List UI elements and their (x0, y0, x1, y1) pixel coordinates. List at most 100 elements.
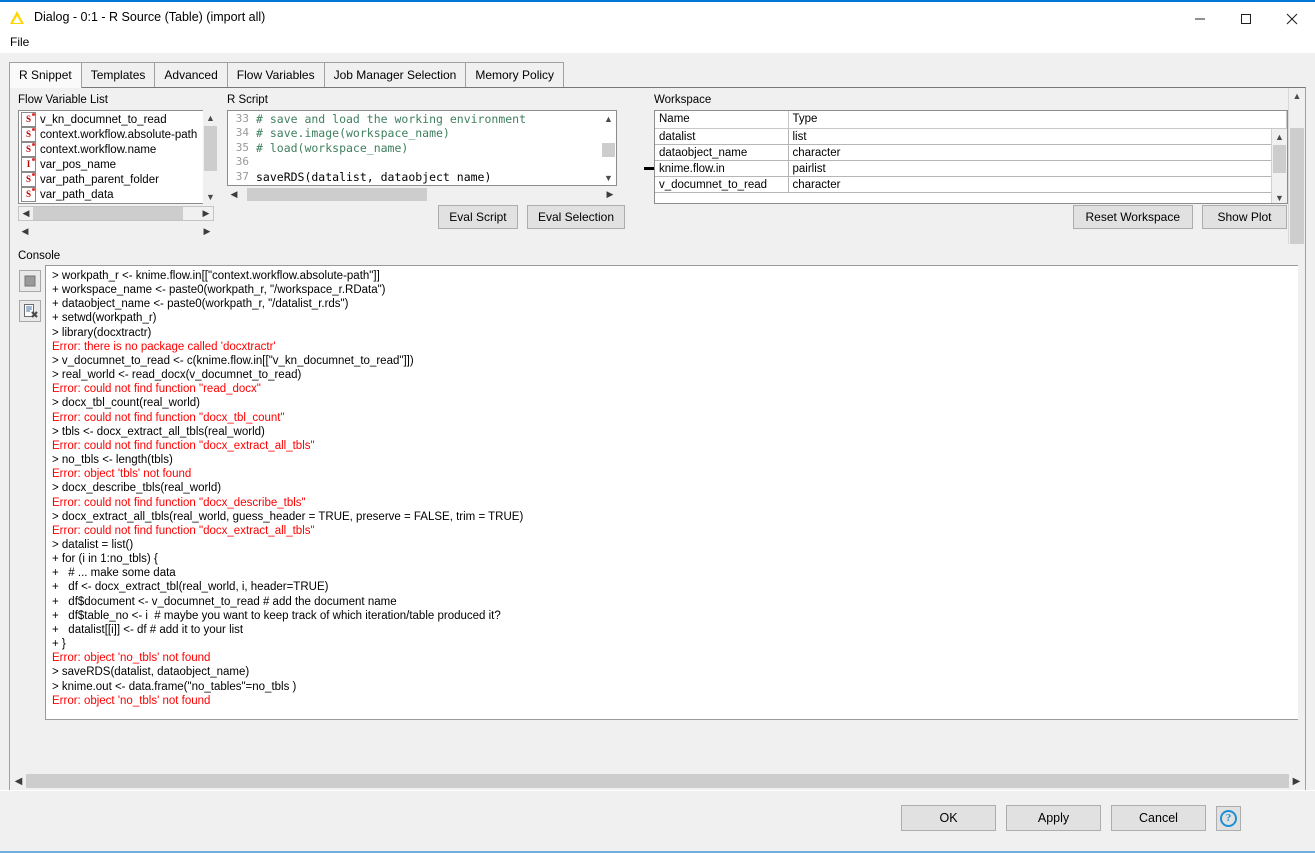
list-item[interactable]: I var_pos_name (19, 157, 198, 172)
scroll-left-arrow[interactable]: ◀ (19, 207, 33, 220)
table-row[interactable]: knime.flow.in pairlist (655, 160, 1287, 177)
minimize-button[interactable] (1177, 4, 1223, 33)
console-line: + df$document <- v_documnet_to_read # ad… (52, 595, 397, 608)
hscroll-track[interactable] (32, 225, 200, 238)
hscroll-track[interactable] (33, 207, 199, 220)
scroll-thumb[interactable] (1290, 128, 1304, 244)
flow-variable-listbox[interactable]: S v_kn_documnet_to_read S context.workfl… (18, 110, 214, 204)
cancel-execution-button[interactable] (19, 270, 41, 292)
show-plot-button[interactable]: Show Plot (1202, 205, 1287, 229)
scroll-thumb[interactable] (602, 143, 615, 157)
console-line: + df$table_no <- i # maybe you want to k… (52, 609, 501, 622)
r-script-title: R Script (227, 94, 268, 106)
maximize-button[interactable] (1223, 4, 1269, 33)
top-panels-row: Flow Variable List S v_kn_documnet_to_re… (10, 88, 1305, 248)
cell-type: pairlist (788, 160, 1287, 177)
flow-variable-panel-outer-hscrollbar[interactable]: ◀ ▶ (18, 224, 214, 239)
scroll-thumb[interactable] (33, 207, 183, 220)
console-line: > workpath_r <- knime.flow.in[["context.… (52, 270, 380, 282)
hscroll-track[interactable] (241, 188, 603, 201)
flow-variable-label: v_kn_documnet_to_read (40, 113, 167, 126)
console-line-error: Error: could not find function "docx_tbl… (52, 411, 285, 424)
content-hscrollbar[interactable]: ◀ ▶ (11, 773, 1304, 789)
tab-memory-policy[interactable]: Memory Policy (465, 62, 565, 87)
code-text-area[interactable]: # save and load the working environment … (252, 111, 616, 185)
column-header-type[interactable]: Type (788, 111, 1287, 129)
console-line: + datalist[[i]] <- df # add it to your l… (52, 623, 244, 636)
top-region-vscrollbar[interactable]: ▲ (1288, 88, 1305, 244)
list-item[interactable]: S v_kn_documnet_to_read (19, 112, 198, 127)
line-number: 33 (235, 112, 249, 125)
scroll-left-arrow[interactable]: ◀ (18, 225, 32, 238)
console-line: + dataobject_name <- paste0(workpath_r, … (52, 298, 349, 311)
question-mark-icon: ? (1220, 809, 1237, 827)
eval-selection-button[interactable]: Eval Selection (526, 205, 625, 229)
line-number: 35 (235, 140, 249, 154)
console-line: > docx_tbl_count(real_world) (52, 397, 200, 410)
clear-console-button[interactable] (19, 300, 41, 322)
scroll-right-arrow[interactable]: ▶ (603, 188, 617, 201)
flow-variable-list-vscrollbar[interactable]: ▲ ▼ (203, 110, 217, 204)
tab-job-manager-selection[interactable]: Job Manager Selection (323, 62, 467, 87)
flow-variable-list-panel: Flow Variable List S v_kn_documnet_to_re… (13, 91, 219, 241)
cancel-button[interactable]: Cancel (1111, 805, 1206, 831)
ok-button[interactable]: OK (901, 805, 996, 831)
table-row[interactable]: datalist list (655, 128, 1287, 145)
list-item[interactable]: S var_path_parent_folder (19, 172, 198, 187)
scroll-up-arrow[interactable]: ▲ (1272, 129, 1287, 144)
integer-type-icon: I (21, 157, 36, 172)
tab-flow-variables[interactable]: Flow Variables (226, 62, 325, 87)
knime-triangle-icon (10, 9, 26, 25)
scroll-right-arrow[interactable]: ▶ (199, 207, 213, 220)
tab-r-snippet[interactable]: R Snippet (9, 62, 82, 88)
scroll-right-arrow[interactable]: ▶ (1289, 774, 1304, 789)
scroll-left-arrow[interactable]: ◀ (227, 188, 241, 201)
reset-workspace-button[interactable]: Reset Workspace (1072, 205, 1193, 229)
console-line: > saveRDS(datalist, dataobject_name) (52, 666, 250, 679)
r-script-editor[interactable]: 33 34 35 36 37 # save and load the worki… (227, 110, 617, 186)
line-number: 34 (235, 126, 249, 140)
scroll-thumb[interactable] (204, 126, 217, 171)
menu-item-file[interactable]: File (3, 33, 36, 51)
tab-advanced[interactable]: Advanced (154, 62, 228, 87)
console-line-error: Error: could not find function "docx_des… (52, 496, 306, 509)
scroll-down-arrow[interactable]: ▼ (601, 170, 616, 185)
flow-variable-label: var_pos_name (40, 158, 117, 171)
scroll-right-arrow[interactable]: ▶ (200, 225, 214, 238)
workspace-table[interactable]: Name Type datalist list dataobject_name (654, 110, 1288, 204)
console-line: > no_tbls <- length(tbls) (52, 454, 173, 467)
workspace-vscrollbar[interactable]: ▲ ▼ (1271, 129, 1287, 203)
table-row[interactable]: dataobject_name character (655, 144, 1287, 161)
apply-button[interactable]: Apply (1006, 805, 1101, 831)
scroll-left-arrow[interactable]: ◀ (11, 774, 26, 789)
console-output[interactable]: > workpath_r <- knime.flow.in[["context.… (45, 265, 1298, 720)
scroll-up-arrow[interactable]: ▲ (601, 111, 616, 126)
r-script-vscrollbar[interactable]: ▲ ▼ (601, 111, 616, 185)
console-line-error: Error: could not find function "docx_ext… (52, 439, 315, 452)
scroll-down-arrow[interactable]: ▼ (1272, 190, 1287, 203)
scroll-thumb[interactable] (1273, 145, 1286, 173)
tab-templates[interactable]: Templates (80, 62, 156, 87)
close-button[interactable] (1269, 4, 1315, 33)
help-button[interactable]: ? (1216, 805, 1241, 831)
table-row[interactable]: v_documnet_to_read character (655, 176, 1287, 193)
list-item[interactable]: S context.workflow.absolute-path (19, 127, 198, 142)
string-type-icon: S (21, 172, 36, 187)
code-line: saveRDS(datalist, dataobject name) (256, 169, 492, 184)
scroll-thumb[interactable] (247, 188, 427, 201)
flow-variable-list-hscrollbar[interactable]: ◀ ▶ (18, 206, 214, 221)
scroll-up-arrow[interactable]: ▲ (203, 110, 218, 125)
hscroll-track[interactable] (26, 774, 1289, 788)
cell-name: dataobject_name (655, 144, 789, 161)
list-item[interactable]: S var_path_data (19, 187, 198, 202)
console-line: + workspace_name <- paste0(workpath_r, "… (52, 284, 386, 297)
eval-script-button[interactable]: Eval Script (437, 205, 518, 229)
r-script-hscrollbar[interactable]: ◀ ▶ (227, 187, 617, 202)
column-header-name[interactable]: Name (655, 111, 789, 129)
list-item[interactable]: S context.workflow.name (19, 142, 198, 157)
r-script-panel: R Script 33 34 35 36 37 # save and load … (222, 91, 642, 241)
scroll-up-arrow[interactable]: ▲ (1289, 88, 1305, 103)
dialog-button-bar: OK Apply Cancel ? (0, 790, 1315, 853)
r-snippet-dialog: Dialog - 0:1 - R Source (Table) (import … (0, 0, 1315, 853)
scroll-down-arrow[interactable]: ▼ (203, 189, 218, 204)
